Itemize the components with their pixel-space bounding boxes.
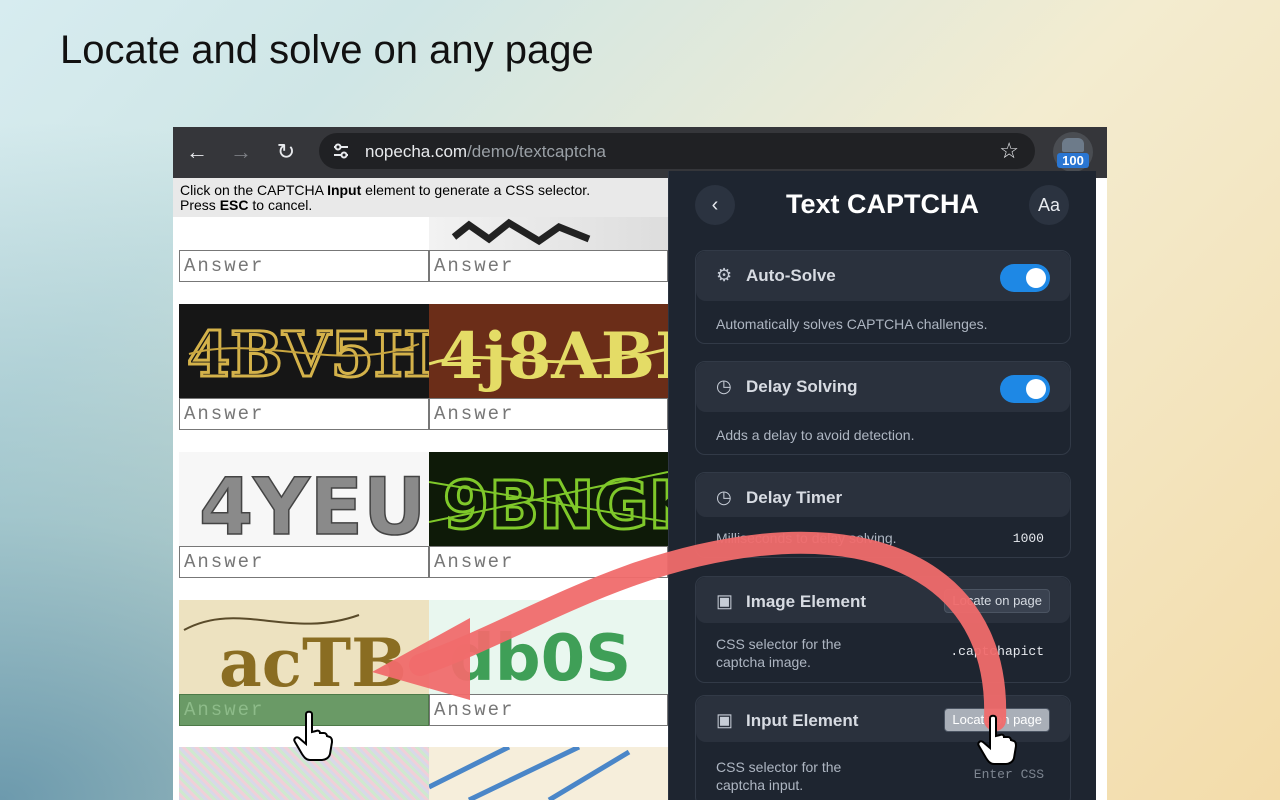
description-line: CSS selector for the xyxy=(716,635,841,653)
reload-icon[interactable]: ↻ xyxy=(273,139,299,165)
delay-solving-description: Adds a delay to avoid detection. xyxy=(716,426,914,444)
hint-text: element to generate a CSS selector. xyxy=(361,182,590,198)
clock-icon: ◷ xyxy=(716,487,736,507)
address-bar[interactable]: nopecha.com/demo/textcaptcha ☆ xyxy=(319,133,1035,169)
auto-solve-description: Automatically solves CAPTCHA challenges. xyxy=(716,315,988,333)
input-element-description: CSS selector for the captcha input. xyxy=(716,758,841,794)
monitor-icon: ▣ xyxy=(716,710,736,730)
captcha-image: db0S xyxy=(429,600,668,694)
browser-window: ← → ↻ nopecha.com/demo/textcaptcha ☆ 100… xyxy=(173,127,1107,800)
bookmark-star-icon[interactable]: ☆ xyxy=(999,138,1019,164)
hint-text: Press xyxy=(180,197,220,213)
image-element-title: Image Element xyxy=(746,592,866,612)
captcha-image: 9BNGK xyxy=(429,452,668,546)
captcha-text: db0S xyxy=(449,622,631,694)
captcha-answer-input[interactable]: Answer xyxy=(429,546,668,578)
captcha-text: 4BV5HEW xyxy=(187,318,429,391)
delay-solving-toggle[interactable] xyxy=(1000,375,1050,403)
delay-solving-title: Delay Solving xyxy=(746,377,857,397)
captcha-image: acTB xyxy=(179,600,429,694)
captcha-answer-input[interactable]: Answer xyxy=(429,694,668,726)
extension-badge: 100 xyxy=(1057,153,1089,168)
captcha-text: acTB xyxy=(219,624,407,694)
hint-bold: Input xyxy=(327,182,361,198)
toggle-knob xyxy=(1026,379,1046,399)
url-host: nopecha.com xyxy=(365,142,467,161)
forward-icon[interactable]: → xyxy=(228,139,254,165)
delay-timer-value[interactable]: 1000 xyxy=(1013,531,1044,546)
captcha-answer-input[interactable]: Answer xyxy=(179,546,429,578)
monitor-icon: ▣ xyxy=(716,591,736,611)
description-line: captcha image. xyxy=(716,653,841,671)
captcha-answer-input[interactable]: Answer xyxy=(179,398,429,430)
toggle-knob xyxy=(1026,268,1046,288)
captcha-answer-input[interactable]: Answer xyxy=(179,250,429,282)
captcha-image: 4j8ABE xyxy=(429,304,668,398)
locate-hint-banner: Click on the CAPTCHA Input element to ge… xyxy=(173,178,668,217)
hint-bold: ESC xyxy=(220,197,249,213)
captcha-image xyxy=(429,217,668,250)
card-header: ▣ Image Element Locate on page xyxy=(696,577,1070,623)
page-headline: Locate and solve on any page xyxy=(60,28,594,73)
font-size-button[interactable]: Aa xyxy=(1029,185,1069,225)
auto-solve-card: ⚙ Auto-Solve Automatically solves CAPTCH… xyxy=(695,250,1071,344)
page-edge xyxy=(1095,217,1107,800)
card-header: ⚙ Auto-Solve xyxy=(696,251,1070,301)
auto-solve-toggle[interactable] xyxy=(1000,264,1050,292)
locate-image-button[interactable]: Locate on page xyxy=(944,589,1050,613)
image-element-card: ▣ Image Element Locate on page CSS selec… xyxy=(695,576,1071,683)
captcha-image xyxy=(429,747,668,800)
clock-icon: ◷ xyxy=(716,376,736,396)
hint-text: Click on the CAPTCHA xyxy=(180,182,327,198)
captcha-answer-input[interactable]: Answer xyxy=(429,398,668,430)
image-element-description: CSS selector for the captcha image. xyxy=(716,635,841,671)
delay-timer-description: Milliseconds to delay solving. xyxy=(716,529,897,547)
input-selector-field[interactable]: Enter CSS xyxy=(974,767,1044,782)
delay-timer-title: Delay Timer xyxy=(746,488,842,508)
pointer-hand-icon xyxy=(292,710,334,762)
robot-icon: ⚙ xyxy=(716,265,736,285)
description-line: CSS selector for the xyxy=(716,758,841,776)
delay-solving-card: ◷ Delay Solving Adds a delay to avoid de… xyxy=(695,361,1071,455)
url-path: /demo/textcaptcha xyxy=(467,142,606,161)
site-settings-icon[interactable] xyxy=(331,141,351,161)
card-header: ◷ Delay Timer xyxy=(696,473,1070,517)
auto-solve-title: Auto-Solve xyxy=(746,266,836,286)
captcha-image: 4BV5HEW xyxy=(179,304,429,398)
delay-timer-card: ◷ Delay Timer Milliseconds to delay solv… xyxy=(695,472,1071,558)
robot-icon xyxy=(1062,138,1084,152)
captcha-text: 4YEU xyxy=(199,463,426,546)
captcha-image: 4YEU xyxy=(179,452,429,546)
image-selector-value[interactable]: .captchapict xyxy=(950,644,1044,659)
input-element-title: Input Element xyxy=(746,711,858,731)
hint-text: to cancel. xyxy=(248,197,312,213)
description-line: captcha input. xyxy=(716,776,841,794)
nopecha-extension-button[interactable]: 100 xyxy=(1053,132,1093,172)
captcha-answer-input[interactable]: Answer xyxy=(429,250,668,282)
nopecha-popup-panel: ‹ Text CAPTCHA Aa ⚙ Auto-Solve Automatic… xyxy=(668,171,1096,800)
url-text: nopecha.com/demo/textcaptcha xyxy=(365,142,606,162)
back-icon[interactable]: ← xyxy=(184,139,210,165)
pointer-hand-icon xyxy=(976,714,1018,766)
card-header: ◷ Delay Solving xyxy=(696,362,1070,412)
